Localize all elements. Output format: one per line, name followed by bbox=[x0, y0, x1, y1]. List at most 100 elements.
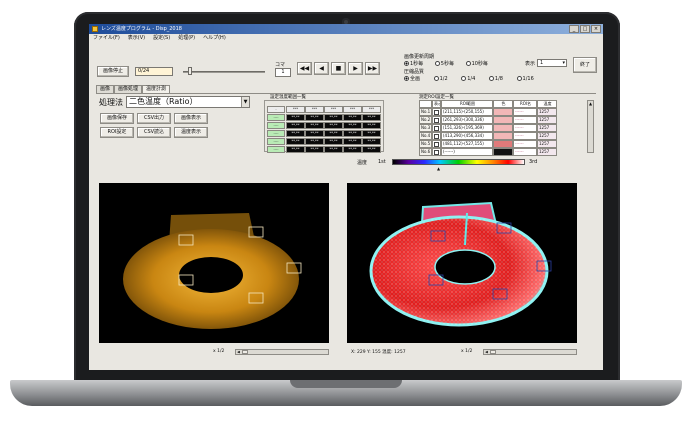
grid-cell[interactable]: **.** bbox=[324, 114, 343, 121]
grid-cell[interactable]: **.** bbox=[305, 138, 324, 145]
radio-icon bbox=[465, 61, 471, 66]
quality-label: 圧縮品質 bbox=[404, 69, 425, 75]
quality-options: 全画 1/2 1/4 1/8 1/16 bbox=[404, 75, 534, 82]
roi-color-swatch[interactable] bbox=[493, 132, 513, 140]
save-image-button[interactable]: 画像保存 bbox=[100, 113, 134, 124]
fast-forward-button[interactable]: ▶▶ bbox=[365, 62, 380, 75]
grid-cell[interactable]: **.** bbox=[362, 114, 381, 121]
grid-cell[interactable]: **.** bbox=[286, 138, 305, 145]
camera-view-left[interactable] bbox=[99, 183, 329, 343]
csv-load-button[interactable]: CSV読込 bbox=[137, 127, 171, 138]
grid-cell[interactable]: **.** bbox=[343, 130, 362, 137]
roi-color-swatch[interactable] bbox=[493, 140, 513, 148]
grid-cell[interactable]: **.** bbox=[324, 146, 343, 153]
frame-slider-track[interactable] bbox=[183, 71, 265, 73]
menu-view[interactable]: 表示(V) bbox=[128, 34, 145, 43]
period-option-1s[interactable]: 1秒毎 bbox=[404, 61, 423, 67]
quality-option-half[interactable]: 1/2 bbox=[433, 76, 448, 82]
left-zoom-label: x 1/2 bbox=[213, 349, 225, 354]
grid-cell[interactable]: **.** bbox=[305, 146, 324, 153]
chevron-left-icon[interactable]: ◀ bbox=[484, 350, 489, 354]
display-select[interactable]: 1 ▾ bbox=[537, 59, 567, 67]
grid-cell[interactable]: **.** bbox=[286, 146, 305, 153]
rewind-button[interactable]: ◀◀ bbox=[297, 62, 312, 75]
stop-image-button[interactable]: 画像停止 bbox=[97, 66, 129, 77]
grid-row-label: ---- bbox=[267, 122, 285, 129]
grid-cell[interactable]: **.** bbox=[324, 122, 343, 129]
chevron-left-icon[interactable]: ◀ bbox=[236, 350, 241, 354]
roi-visible-checkbox[interactable] bbox=[432, 124, 441, 132]
app-window: レンズ温度プログラム - Disp_2018 _ □ × ファイル(F) 表示(… bbox=[89, 24, 603, 370]
prev-frame-button[interactable]: ◀ bbox=[314, 62, 329, 75]
grid-cell[interactable]: **.** bbox=[324, 138, 343, 145]
tab-temperature[interactable]: 温度計測 bbox=[142, 85, 171, 93]
roi-visible-checkbox[interactable] bbox=[432, 116, 441, 124]
grid-cell[interactable]: **.** bbox=[305, 122, 324, 129]
roi-color-swatch[interactable] bbox=[493, 116, 513, 124]
right-scrollbar-thumb[interactable] bbox=[490, 350, 496, 354]
show-image-button[interactable]: 画像表示 bbox=[174, 113, 208, 124]
roi-name: ------ bbox=[513, 108, 537, 116]
stop-button[interactable]: ■ bbox=[331, 62, 346, 75]
period-option-5s[interactable]: 5秒毎 bbox=[434, 61, 454, 67]
grid-row-label: ---- bbox=[267, 138, 285, 145]
roi-header-blank bbox=[419, 100, 432, 108]
quality-option-quarter[interactable]: 1/4 bbox=[461, 76, 475, 82]
grid-cell[interactable]: **.** bbox=[343, 122, 362, 129]
title-bar: レンズ温度プログラム - Disp_2018 _ □ × bbox=[89, 24, 603, 34]
roi-color-swatch[interactable] bbox=[493, 148, 513, 156]
quality-option-sixteenth[interactable]: 1/16 bbox=[516, 76, 534, 82]
menu-file[interactable]: ファイル(F) bbox=[93, 34, 120, 43]
play-button[interactable]: ▶ bbox=[348, 62, 363, 75]
roi-color-swatch[interactable] bbox=[493, 124, 513, 132]
chevron-down-icon[interactable]: ▼ bbox=[241, 97, 249, 107]
roi-settings-button[interactable]: ROI設定 bbox=[100, 127, 134, 138]
menu-help[interactable]: ヘルプ(H) bbox=[203, 34, 226, 43]
grid-cell[interactable]: **.** bbox=[286, 122, 305, 129]
right-horizontal-scrollbar[interactable]: ◀ bbox=[483, 349, 577, 355]
left-horizontal-scrollbar[interactable]: ◀ bbox=[235, 349, 329, 355]
menu-process[interactable]: 処理(P) bbox=[178, 34, 195, 43]
roi-visible-checkbox[interactable] bbox=[432, 148, 441, 156]
period-option-10s[interactable]: 10秒毎 bbox=[465, 61, 488, 67]
frame-number-field[interactable]: 1 bbox=[275, 68, 291, 77]
checkbox-icon bbox=[434, 141, 439, 147]
method-select[interactable]: 二色温度（Ratio） ▼ bbox=[126, 96, 250, 108]
left-scrollbar-thumb[interactable] bbox=[242, 350, 248, 354]
roi-temperature: 1257 bbox=[537, 148, 557, 156]
tab-image-processing[interactable]: 画像処理 bbox=[114, 85, 143, 93]
camera-view-right[interactable] bbox=[347, 183, 577, 343]
grid-cell[interactable]: **.** bbox=[362, 146, 381, 153]
close-button[interactable]: × bbox=[591, 25, 601, 33]
quality-option-eighth[interactable]: 1/8 bbox=[488, 76, 503, 82]
grid-cell[interactable]: **.** bbox=[305, 130, 324, 137]
grid-cell[interactable]: **.** bbox=[343, 138, 362, 145]
csv-export-button[interactable]: CSV出力 bbox=[137, 113, 171, 124]
grid-cell[interactable]: **.** bbox=[324, 130, 343, 137]
chevron-up-icon[interactable]: ▲ bbox=[588, 101, 593, 107]
roi-visible-checkbox[interactable] bbox=[432, 108, 441, 116]
grid-cell[interactable]: **.** bbox=[362, 130, 381, 137]
method-label: 処理法 bbox=[99, 98, 123, 107]
frame-slider-thumb[interactable] bbox=[188, 67, 192, 75]
quality-option-full[interactable]: 全画 bbox=[404, 76, 420, 82]
show-temperature-button[interactable]: 温度表示 bbox=[174, 127, 208, 138]
tab-image[interactable]: 画像 bbox=[96, 85, 115, 93]
exit-button[interactable]: 終了 bbox=[573, 57, 597, 73]
maximize-button[interactable]: □ bbox=[580, 25, 590, 33]
menu-settings[interactable]: 設定(S) bbox=[153, 34, 170, 43]
checkbox-icon bbox=[434, 117, 439, 123]
grid-cell[interactable]: **.** bbox=[286, 130, 305, 137]
grid-cell[interactable]: **.** bbox=[362, 122, 381, 129]
roi-visible-checkbox[interactable] bbox=[432, 140, 441, 148]
grid-cell[interactable]: **.** bbox=[343, 146, 362, 153]
roi-visible-checkbox[interactable] bbox=[432, 132, 441, 140]
grid-cell[interactable]: **.** bbox=[362, 138, 381, 145]
roi-color-swatch[interactable] bbox=[493, 108, 513, 116]
grid-cell[interactable]: **.** bbox=[343, 114, 362, 121]
chevron-down-icon: ▾ bbox=[562, 60, 565, 66]
grid-cell[interactable]: **.** bbox=[286, 114, 305, 121]
roi-table-scrollbar[interactable]: ▲ bbox=[587, 100, 594, 153]
grid-cell[interactable]: **.** bbox=[305, 114, 324, 121]
minimize-button[interactable]: _ bbox=[569, 25, 579, 33]
